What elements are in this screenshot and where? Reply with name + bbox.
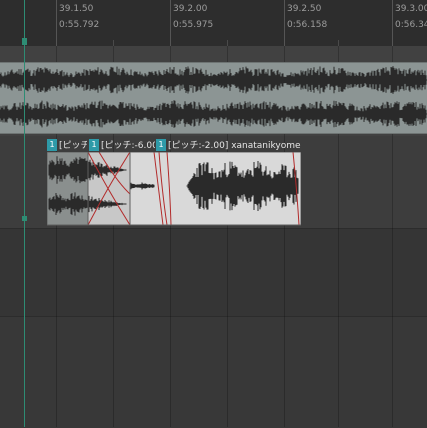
clip-header[interactable]: 1 [ピッチ:-2.00] xanatanikyomeisiteyam... — [156, 138, 301, 151]
ruler-tick — [56, 0, 57, 46]
ruler-tick — [170, 0, 171, 46]
clip-index-badge: 1 — [89, 138, 99, 151]
ruler-time-label: 0:55.792 — [59, 20, 100, 30]
ruler-bar-label: 39.1.50 — [59, 4, 94, 14]
ruler-time-label: 0:55.975 — [173, 20, 214, 30]
timeline-ruler[interactable]: 39.1.50 0:55.792 39.2.00 0:55.975 39.2.5… — [0, 0, 427, 47]
ruler-time-label: 0:56.341 — [395, 20, 427, 30]
ruler-tick — [392, 0, 393, 46]
clip-label: [ピッチ:-6.00] x... — [101, 141, 155, 151]
clip-header[interactable]: 1 [ピッチ:-6.00] x... — [89, 138, 155, 151]
vocal-clip-group[interactable]: 1 [ピッチ... 1 [ピッチ:-6.00] x... 1 [ピッチ:-2.0… — [47, 138, 301, 226]
ruler-tick — [284, 0, 285, 46]
clip-label: [ピッチ:-2.00] xanatanikyomeisiteyam... — [168, 141, 301, 151]
track-lane-empty[interactable] — [0, 228, 427, 317]
clip-label: [ピッチ... — [59, 141, 87, 151]
ruler-bar-label: 39.2.50 — [287, 4, 322, 14]
clip-index-badge: 1 — [156, 138, 166, 151]
ruler-bar-label: 39.3.00 — [395, 4, 427, 14]
track-lane-empty[interactable] — [0, 316, 427, 428]
clip-header[interactable]: 1 [ピッチ... — [47, 138, 87, 151]
master-waveform — [0, 66, 427, 128]
playhead[interactable] — [24, 0, 25, 427]
clip-position-handle[interactable] — [22, 216, 27, 221]
vocal-clips-waveform — [47, 152, 301, 226]
playhead-handle[interactable] — [22, 38, 27, 45]
master-audio-clip[interactable] — [0, 62, 427, 134]
clip-index-badge: 1 — [47, 138, 57, 151]
ruler-bar-label: 39.2.00 — [173, 4, 208, 14]
ruler-time-label: 0:56.158 — [287, 20, 328, 30]
